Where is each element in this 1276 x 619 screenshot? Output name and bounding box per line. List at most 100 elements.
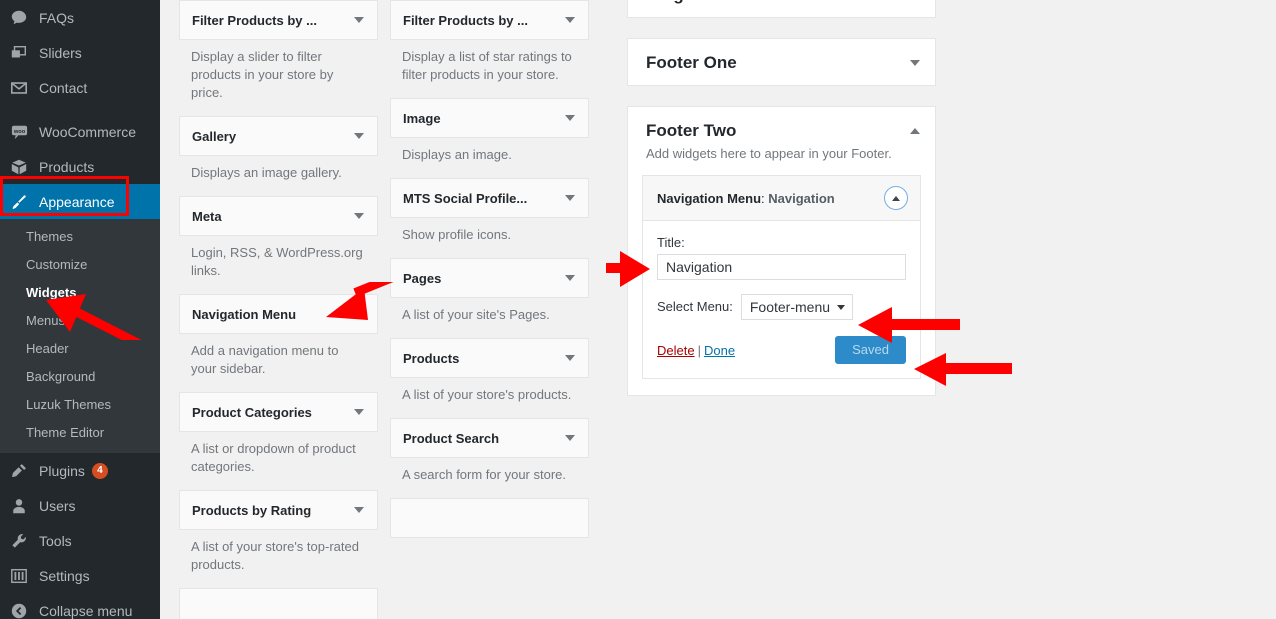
widget-template: Image Displays an image. [390,98,589,178]
available-widgets-column-left: Filter Products by ... Display a slider … [179,0,378,619]
widget-instance-navigation-menu: Navigation Menu: Navigation Title: Selec… [642,175,921,379]
widget-header[interactable]: MTS Social Profile... [390,178,589,218]
sidebar-subitem-customize[interactable]: Customize [0,251,160,279]
sidebar-area-title: Footer One [646,53,737,72]
sidebar-item-contact[interactable]: Contact [0,70,160,105]
chevron-down-icon[interactable] [564,432,576,444]
mail-icon [8,77,30,99]
widget-header[interactable]: Meta [179,196,378,236]
chevron-down-icon[interactable] [353,210,365,222]
users-icon [8,495,30,517]
sidebar-item-sliders[interactable]: Sliders [0,35,160,70]
done-link[interactable]: Done [704,343,735,358]
select-menu-dropdown[interactable]: Footer-menu [740,294,854,320]
sidebar-item-users[interactable]: Users [0,488,160,523]
sidebar-item-plugins[interactable]: Plugins 4 [0,453,160,488]
sidebar-item-tools[interactable]: Tools [0,523,160,558]
widget-description: Displays an image. [402,147,512,162]
sidebar-area-header[interactable]: Footer Two [628,107,935,145]
widget-template: MTS Social Profile... Show profile icons… [390,178,589,258]
products-box-icon [8,156,30,178]
widget-title: Filter Products by ... [403,12,528,28]
sidebar-area-header[interactable]: Footer One [628,39,935,85]
sidebar-item-appearance[interactable]: Appearance [0,184,168,219]
widget-header[interactable]: Gallery [179,116,378,156]
widget-header[interactable]: Pages [390,258,589,298]
sidebar-item-products[interactable]: Products [0,149,160,184]
save-button[interactable]: Saved [835,336,906,364]
faq-icon [8,7,30,29]
widget-header-partial[interactable] [179,588,378,619]
sidebar-area-widgets: Navigation Menu: Navigation Title: Selec… [628,175,935,395]
collapse-menu-label: Collapse menu [39,602,133,619]
collapse-menu-button[interactable]: Collapse menu [0,593,160,619]
sidebar-subitem-themes[interactable]: Themes [0,223,160,251]
sidebar-area-footer-two: Footer Two Add widgets here to appear in… [627,106,936,396]
widget-title: Gallery [192,128,237,144]
select-menu-label: Select Menu: [657,299,733,314]
widget-header[interactable]: Products by Rating [179,490,378,530]
sidebar-item-settings[interactable]: Settings [0,558,160,593]
sidebar-area-title: Blog Sidebar [646,0,909,5]
chevron-down-icon[interactable] [909,57,921,69]
chevron-down-icon[interactable] [353,406,365,418]
widget-template: Meta Login, RSS, & WordPress.org links. [179,196,378,294]
widget-title: Product Search [403,430,500,446]
chevron-down-icon[interactable] [353,130,365,142]
widget-header[interactable]: Image [390,98,589,138]
plugins-update-badge: 4 [91,462,108,479]
sidebar-subitem-luzuk-themes[interactable]: Luzuk Themes [0,391,160,419]
chevron-down-icon[interactable] [564,14,576,26]
widget-header[interactable]: Navigation Menu [179,294,378,334]
chevron-down-icon[interactable] [564,272,576,284]
sidebar-subitem-header[interactable]: Header [0,335,160,363]
widget-header-partial[interactable] [390,498,589,538]
widget-template: Product Search A search form for your st… [390,418,589,498]
widget-header[interactable]: Product Search [390,418,589,458]
widget-template: Filter Products by ... Display a slider … [179,0,378,116]
widget-header[interactable]: Filter Products by ... [390,0,589,40]
select-menu-row: Select Menu: Footer-menu [657,294,906,320]
chevron-down-icon[interactable] [564,192,576,204]
chevron-down-icon[interactable] [909,0,921,1]
sidebar-item-label: Tools [39,532,72,549]
delete-widget-link[interactable]: Delete [657,343,695,358]
chevron-down-icon[interactable] [564,352,576,364]
main-content: filter products in your store. Filter Pr… [160,0,1276,619]
widget-title: Products [403,350,460,366]
sidebar-subitem-theme-editor[interactable]: Theme Editor [0,419,160,447]
sidebar-subitem-background[interactable]: Background [0,363,160,391]
chevron-down-icon[interactable] [564,112,576,124]
widget-instance-header[interactable]: Navigation Menu: Navigation [643,176,920,221]
sidebar-area-title: Footer Two [646,121,737,140]
widget-collapse-toggle-icon[interactable] [884,186,908,210]
chevron-down-icon[interactable] [353,504,365,516]
widget-template: Products by Rating A list of your store'… [179,490,378,588]
widget-instance-form: Title: Select Menu: Footer-menu [643,221,920,378]
sidebar-item-label: Sliders [39,44,82,61]
sidebar-subitem-menus[interactable]: Menus [0,307,160,335]
widget-header[interactable]: Product Categories [179,392,378,432]
sidebar-item-faqs[interactable]: FAQs [0,0,160,35]
widget-description: Displays an image gallery. [191,165,342,180]
widget-template: Products A list of your store's products… [390,338,589,418]
svg-text:woo: woo [12,129,25,135]
settings-sliders-icon [8,565,30,587]
widget-description: Add a navigation menu to your sidebar. [191,343,339,376]
sidebar-item-woocommerce[interactable]: woo WooCommerce [0,114,160,149]
widget-header[interactable]: Products [390,338,589,378]
sidebar-area-header[interactable]: Blog Sidebar [628,0,935,17]
chevron-down-icon[interactable] [353,14,365,26]
title-input[interactable] [657,254,906,280]
plugins-icon [8,460,30,482]
sidebar-item-label: Plugins [39,462,85,479]
widget-header[interactable]: Filter Products by ... [179,0,378,40]
sidebar-subitem-widgets[interactable]: Widgets [0,279,160,307]
chevron-up-icon[interactable] [909,125,921,137]
chevron-down-icon[interactable] [353,308,365,320]
sliders-icon [8,42,30,64]
sidebar-area-blog-sidebar: Blog Sidebar [627,0,936,18]
sidebar-item-label: Users [39,497,76,514]
widget-title: Pages [403,270,442,286]
widget-description: A list of your store's top-rated product… [191,539,359,572]
